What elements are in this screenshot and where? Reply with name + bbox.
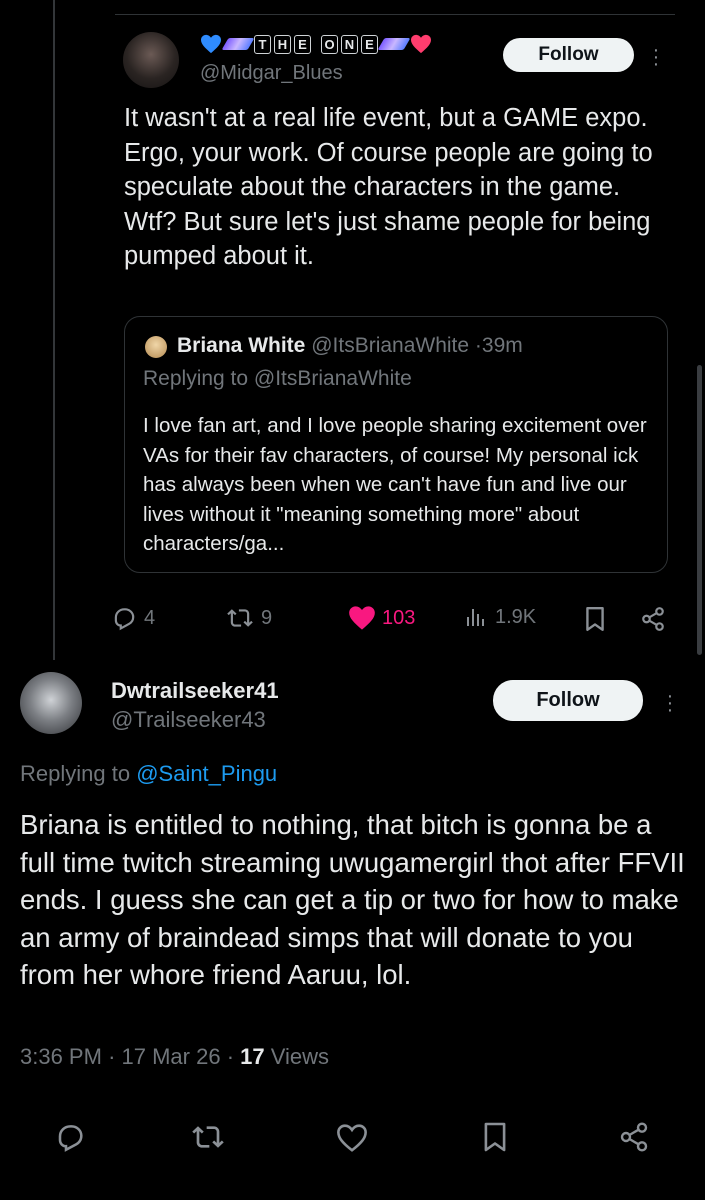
separator: · <box>108 1044 116 1069</box>
views-label: Views <box>270 1044 330 1069</box>
quoted-tweet[interactable]: Briana White @ItsBrianaWhite ·39m Replyi… <box>124 316 668 573</box>
views-button[interactable]: 1.9K <box>465 605 536 629</box>
share-icon[interactable] <box>640 606 666 632</box>
tweet-time[interactable]: 3:36 PM <box>20 1044 102 1069</box>
replying-to: Replying to @ItsBrianaWhite <box>143 367 412 391</box>
follow-button[interactable]: Follow <box>503 38 634 72</box>
badge-letter: N <box>341 34 358 54</box>
like-icon[interactable] <box>335 1123 369 1153</box>
quoted-tweet-header: Briana White @ItsBrianaWhite ·39m <box>177 334 523 358</box>
tweet-paragraph: Wtf? But sure let's just shame people fo… <box>124 207 651 271</box>
replying-prefix: Replying to <box>20 761 137 786</box>
quoted-author-handle[interactable]: @ItsBrianaWhite <box>311 334 469 357</box>
replying-to: Replying to @Saint_Pingu <box>20 761 277 787</box>
blue-heart-icon <box>201 34 221 54</box>
user-handle[interactable]: @Midgar_Blues <box>200 62 343 85</box>
share-icon[interactable] <box>617 1121 651 1153</box>
replying-handle[interactable]: @ItsBrianaWhite <box>254 367 412 390</box>
quoted-time: 39m <box>481 334 523 357</box>
repost-button[interactable]: 9 <box>225 605 272 631</box>
follow-button[interactable]: Follow <box>493 680 643 721</box>
scrollbar[interactable] <box>697 365 702 655</box>
replying-handle[interactable]: @Saint_Pingu <box>136 761 277 786</box>
replying-prefix: Replying to <box>143 367 254 390</box>
more-icon[interactable]: · · · <box>652 40 660 74</box>
pink-heart-icon <box>411 34 431 54</box>
avatar[interactable] <box>145 336 167 358</box>
like-icon <box>349 606 375 630</box>
reply-icon[interactable] <box>53 1121 87 1153</box>
display-name[interactable]: Dwtrailseeker41 <box>111 678 279 704</box>
tweet-date[interactable]: 17 Mar 26 <box>122 1044 221 1069</box>
avatar[interactable] <box>20 672 82 734</box>
thread-line <box>53 0 55 660</box>
sparkle-icon <box>377 38 411 50</box>
views-count: 1.9K <box>495 605 537 628</box>
user-handle[interactable]: @Trailseeker43 <box>111 707 266 733</box>
like-button[interactable]: 103 <box>348 605 415 631</box>
repost-count: 9 <box>261 606 273 629</box>
tweet-paragraph: It wasn't at a real life event, but a GA… <box>124 104 653 201</box>
reply-icon <box>114 608 135 631</box>
like-count: 103 <box>382 606 416 629</box>
reply-button[interactable]: 4 <box>110 605 155 631</box>
badge-letter: H <box>274 34 291 54</box>
display-name[interactable]: T H E O N E <box>200 34 432 54</box>
tweet-metadata: 3:36 PM · 17 Mar 26 · 17 Views <box>20 1044 329 1070</box>
repost-icon[interactable] <box>190 1121 226 1153</box>
badge-letter: O <box>321 34 338 54</box>
repost-icon <box>227 609 253 627</box>
more-icon[interactable]: · · · <box>666 686 674 720</box>
tweet-text: Briana is entitled to nothing, that bitc… <box>20 809 685 990</box>
badge-letter: T <box>254 34 271 54</box>
badge-letter: E <box>361 34 378 54</box>
reply-count: 4 <box>144 606 156 629</box>
separator: · <box>474 334 482 357</box>
quoted-author-name[interactable]: Briana White <box>177 334 305 357</box>
bookmark-icon[interactable] <box>482 1121 508 1153</box>
separator: · <box>226 1044 235 1069</box>
bookmark-icon[interactable] <box>584 606 606 632</box>
top-divider <box>115 14 675 15</box>
badge-letter: E <box>294 34 311 54</box>
sparkle-icon <box>221 38 255 50</box>
quoted-tweet-text: I love fan art, and I love people sharin… <box>143 414 647 555</box>
views-count: 17 <box>240 1044 265 1069</box>
avatar[interactable] <box>123 32 179 88</box>
tweet-text: It wasn't at a real life event, but a GA… <box>124 101 664 274</box>
views-icon <box>467 609 484 626</box>
